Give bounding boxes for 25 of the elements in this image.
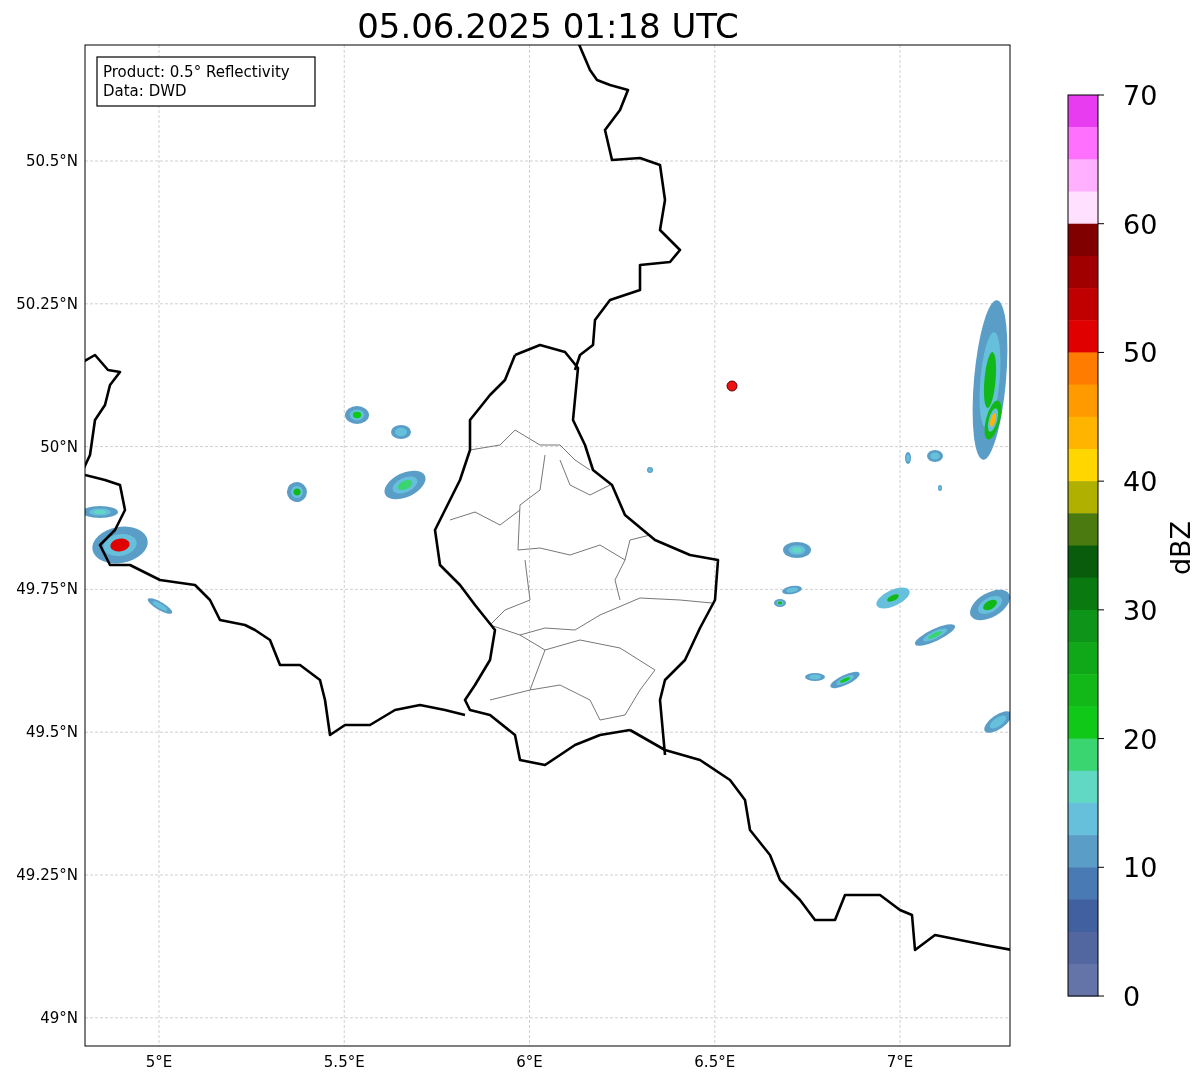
colorbar-tick-label: 30 [1123,594,1158,626]
axis-tick-label: 49.5°N [25,723,78,742]
axis-tick-label: 50.5°N [25,152,78,170]
chart-title: 05.06.2025 01:18 UTC [357,6,739,46]
colorbar-label: dBZ [1165,520,1196,576]
axis-tick-label: 49°N [40,1008,78,1027]
colorbar-tick-label: 40 [1123,466,1158,498]
colorbar-tick-label: 0 [1123,981,1141,1012]
info-text: Product: 0.5° Reflectivity [103,63,290,81]
colorbar-tick-label: 10 [1123,852,1158,884]
colorbar-tick-label: 50 [1123,337,1158,369]
colorbar-tick-label: 70 [1123,80,1158,111]
axis-tick-label: 50°N [40,437,78,456]
axis-tick-label: 49.25°N [16,866,78,884]
colorbar-tick-label: 60 [1123,208,1158,240]
axis-tick-label: 50.25°N [16,294,78,313]
axis-tick-label: 6°E [516,1053,543,1071]
axis-tick-label: 49.75°N [16,580,78,599]
radar-site-marker [726,380,738,392]
info-text: Data: DWD [103,82,187,100]
axis-tick-label: 7°E [886,1053,914,1071]
axis-tick-label: 5°E [145,1053,173,1071]
colorbar-tick-label: 20 [1123,723,1158,755]
axis-tick-label: 6.5°E [694,1053,736,1071]
axis-tick-label: 5.5°E [323,1053,365,1071]
